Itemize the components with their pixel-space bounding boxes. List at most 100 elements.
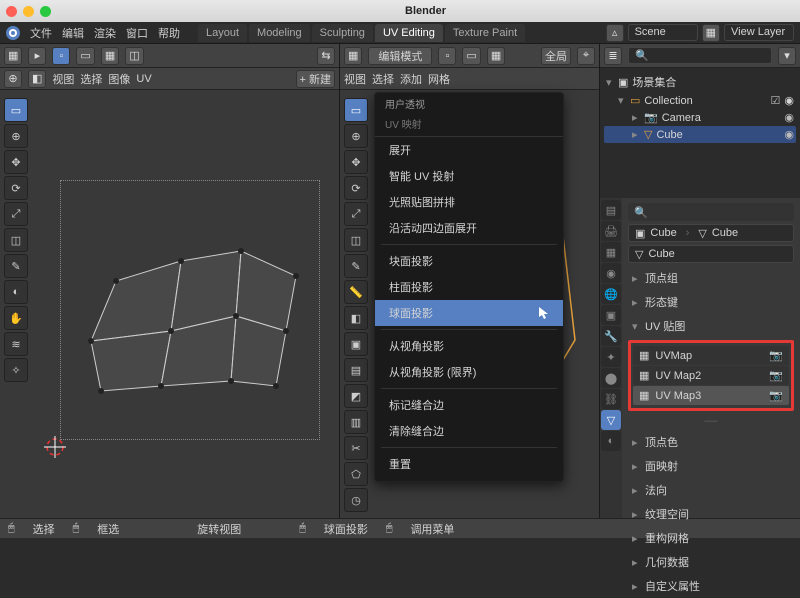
panel-geometry-data[interactable]: ▸几何数据	[628, 550, 794, 574]
tool-select-box[interactable]: ▭	[4, 98, 28, 122]
panel-remesh[interactable]: ▸重构网格	[628, 526, 794, 550]
restrict-toggle-icon[interactable]: ☑	[771, 94, 781, 107]
vp-menu-view[interactable]: 视图	[344, 71, 366, 87]
ctx-smart-uv[interactable]: 智能 UV 投射	[375, 163, 563, 189]
outliner-search-input[interactable]: 🔍	[628, 47, 772, 64]
props-search-input[interactable]: 🔍	[628, 203, 794, 221]
edge-mode-icon[interactable]: ▭	[462, 47, 480, 65]
panel-vertex-colors[interactable]: ▸顶点色	[628, 430, 794, 454]
outliner-type-icon[interactable]: ≣	[604, 47, 622, 65]
list-grip-icon[interactable]: ┄┄	[628, 413, 794, 430]
active-render-icon[interactable]: 📷	[769, 389, 783, 402]
view-layer-field[interactable]: View Layer	[724, 24, 794, 41]
vp-tool-poly[interactable]: ⬠	[344, 462, 368, 486]
tool-rotate[interactable]: ⟳	[4, 176, 28, 200]
tab-output-icon[interactable]: 🖨	[601, 221, 621, 241]
outliner-collection[interactable]: ▾ ▭ Collection ☑ ◉	[604, 92, 796, 109]
tab-texture-paint[interactable]: Texture Paint	[445, 24, 525, 42]
panel-vertex-groups[interactable]: ▸顶点组	[628, 266, 794, 290]
uv-menu-uv[interactable]: UV	[136, 73, 151, 85]
outliner-scene-collection[interactable]: ▾ ▣ 场景集合	[604, 72, 796, 92]
vp-tool-transform[interactable]: ◫	[344, 228, 368, 252]
panel-normals[interactable]: ▸法向	[628, 478, 794, 502]
ctx-unwrap[interactable]: 展开	[375, 137, 563, 163]
blender-logo-icon[interactable]	[6, 26, 20, 40]
uv-mode-island-icon[interactable]: ◫	[125, 47, 143, 65]
ctx-mark-seam[interactable]: 标记缝合边	[375, 392, 563, 418]
vp-tool-measure[interactable]: 📏	[344, 280, 368, 304]
uv-menu-image[interactable]: 图像	[108, 71, 130, 87]
scene-name-field[interactable]: Scene	[628, 24, 698, 41]
tool-pinch[interactable]: ✧	[4, 358, 28, 382]
vp-menu-add[interactable]: 添加	[400, 71, 422, 87]
eye-icon[interactable]: ◉	[784, 128, 794, 141]
tab-layout[interactable]: Layout	[198, 24, 247, 42]
uv-sync-icon[interactable]: ⇆	[317, 47, 335, 65]
vp-menu-mesh[interactable]: 网格	[428, 71, 450, 87]
ctx-follow-quads[interactable]: 沿活动四边面展开	[375, 215, 563, 241]
uvmap-row-0[interactable]: ▦ UVMap 📷	[633, 346, 789, 365]
ctx-sphere-proj[interactable]: 球面投影	[375, 300, 563, 326]
uv-mode-face-icon[interactable]: ▦	[101, 47, 119, 65]
tab-sculpting[interactable]: Sculpting	[312, 24, 373, 42]
vp-tool-move[interactable]: ✥	[344, 150, 368, 174]
vp-tool-cursor[interactable]: ⊕	[344, 124, 368, 148]
vp-tool-select[interactable]: ▭	[344, 98, 368, 122]
vert-mode-icon[interactable]: ▫	[438, 47, 456, 65]
vp-tool-knife[interactable]: ✂	[344, 436, 368, 460]
ctx-lightmap[interactable]: 光照贴图拼排	[375, 189, 563, 215]
ctx-cyl-proj[interactable]: 柱面投影	[375, 274, 563, 300]
face-mode-icon[interactable]: ▦	[487, 47, 505, 65]
tab-modifiers-icon[interactable]: 🔧	[601, 326, 621, 346]
viewlayer-browse-icon[interactable]: ▦	[702, 24, 720, 42]
tab-scene-icon[interactable]: ◉	[601, 263, 621, 283]
tool-relax[interactable]: ≋	[4, 332, 28, 356]
vp-tool-loopcut[interactable]: ▥	[344, 410, 368, 434]
tab-render-icon[interactable]: ▤	[601, 200, 621, 220]
orientation-dropdown[interactable]: 全局	[541, 47, 571, 65]
window-minimize-icon[interactable]	[23, 6, 34, 17]
vp-tool-scale[interactable]: ⤢	[344, 202, 368, 226]
ctx-reset[interactable]: 重置	[375, 451, 563, 477]
snap-icon[interactable]: ⌖	[577, 47, 595, 65]
panel-custom-props[interactable]: ▸自定义属性	[628, 574, 794, 598]
vp-tool-extrude[interactable]: ▣	[344, 332, 368, 356]
window-zoom-icon[interactable]	[40, 6, 51, 17]
active-render-icon[interactable]: 📷	[769, 349, 783, 362]
eye-icon[interactable]: ◉	[784, 94, 794, 107]
vp-tool-spin[interactable]: ◷	[344, 488, 368, 512]
mode-select-dropdown[interactable]: 编辑模式	[368, 47, 432, 65]
uv-menu-select[interactable]: 选择	[80, 71, 102, 87]
select-tool-icon[interactable]: ▸	[28, 47, 46, 65]
vp-tool-add-cube[interactable]: ◧	[344, 306, 368, 330]
tab-uv-editing[interactable]: UV Editing	[375, 24, 443, 42]
tool-rip[interactable]: ◐	[4, 280, 28, 304]
scene-browse-icon[interactable]: ▵	[606, 24, 624, 42]
tab-world-icon[interactable]: 🌐	[601, 284, 621, 304]
vp-tool-annotate[interactable]: ✎	[344, 254, 368, 278]
editor-type-icon[interactable]: ▦	[4, 47, 22, 65]
tool-transform[interactable]: ◫	[4, 228, 28, 252]
panel-uv-maps[interactable]: ▾UV 贴图	[628, 314, 794, 338]
show-overlays-icon[interactable]: ◧	[28, 70, 46, 88]
tab-material-icon[interactable]: ◐	[601, 431, 621, 451]
tool-annotate[interactable]: ✎	[4, 254, 28, 278]
menu-render[interactable]: 渲染	[94, 25, 116, 41]
uv-canvas[interactable]	[0, 90, 339, 518]
panel-shape-keys[interactable]: ▸形态键	[628, 290, 794, 314]
pivot-icon[interactable]: ⊕	[4, 70, 22, 88]
uvmap-row-1[interactable]: ▦ UV Map2 📷	[633, 366, 789, 385]
panel-texture-space[interactable]: ▸纹理空间	[628, 502, 794, 526]
tab-modeling[interactable]: Modeling	[249, 24, 310, 42]
menu-file[interactable]: 文件	[30, 25, 52, 41]
ctx-cube-proj[interactable]: 块面投影	[375, 248, 563, 274]
panel-face-maps[interactable]: ▸面映射	[628, 454, 794, 478]
tool-grab[interactable]: ✋	[4, 306, 28, 330]
vp-tool-inset[interactable]: ▤	[344, 358, 368, 382]
ctx-view-proj-bounds[interactable]: 从视角投影 (限界)	[375, 359, 563, 385]
eye-icon[interactable]: ◉	[784, 111, 794, 124]
viewport-type-icon[interactable]: ▦	[344, 47, 362, 65]
ctx-view-proj[interactable]: 从视角投影	[375, 333, 563, 359]
tool-scale[interactable]: ⤢	[4, 202, 28, 226]
tab-viewlayer-icon[interactable]: ▦	[601, 242, 621, 262]
